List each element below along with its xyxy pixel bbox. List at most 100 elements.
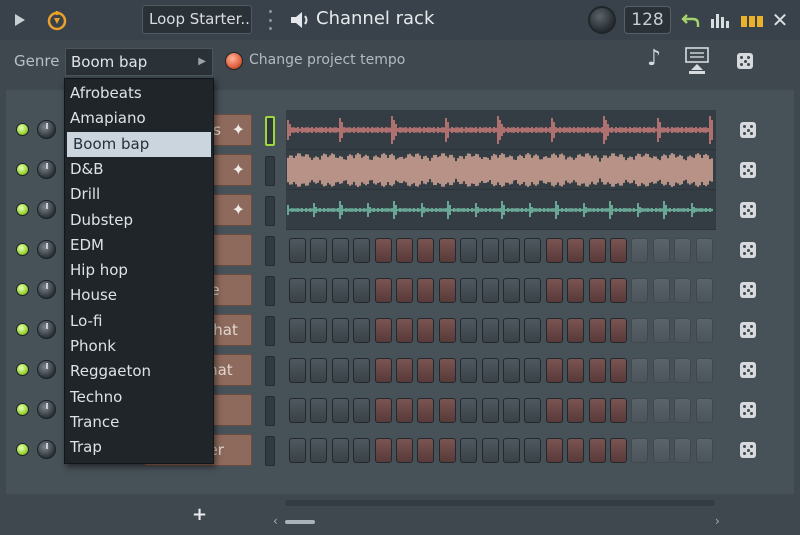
step-button[interactable] — [353, 398, 371, 423]
genre-option[interactable]: House — [65, 283, 213, 308]
step-button[interactable] — [631, 358, 649, 383]
step-button[interactable] — [610, 358, 627, 383]
step-button[interactable] — [481, 318, 499, 343]
audio-waveform[interactable] — [286, 110, 716, 150]
genre-option[interactable]: Afrobeats — [65, 81, 213, 106]
genre-option[interactable]: EDM — [65, 233, 213, 258]
step-button[interactable] — [652, 318, 670, 343]
step-button[interactable] — [567, 278, 585, 303]
step-button[interactable] — [481, 398, 499, 423]
channel-select-bar[interactable] — [265, 196, 275, 226]
step-button[interactable] — [310, 398, 328, 423]
step-button[interactable] — [374, 318, 392, 343]
tempo-toggle-led[interactable] — [225, 52, 243, 70]
step-button[interactable] — [331, 238, 349, 263]
dice-icon[interactable] — [737, 53, 753, 69]
step-button[interactable] — [588, 398, 606, 423]
step-button[interactable] — [310, 318, 328, 343]
step-button[interactable] — [353, 318, 371, 343]
step-button[interactable] — [524, 238, 542, 263]
genre-option[interactable]: Drill — [65, 182, 213, 207]
genre-option[interactable]: Trance — [65, 410, 213, 435]
channel-mute-led[interactable] — [16, 203, 29, 216]
step-button[interactable] — [545, 278, 563, 303]
step-button[interactable] — [331, 278, 349, 303]
step-button[interactable] — [588, 318, 606, 343]
step-button[interactable] — [674, 358, 692, 383]
step-button[interactable] — [631, 438, 649, 463]
dice-icon[interactable] — [740, 122, 756, 138]
channel-mute-led[interactable] — [16, 323, 29, 336]
channel-pan-knob[interactable] — [37, 200, 56, 219]
channel-pan-knob[interactable] — [37, 160, 56, 179]
channel-select-bar[interactable] — [265, 116, 275, 146]
step-button[interactable] — [610, 398, 627, 423]
dice-icon[interactable] — [740, 362, 756, 378]
step-button[interactable] — [310, 438, 328, 463]
step-button[interactable] — [567, 398, 585, 423]
scroll-right-icon[interactable]: › — [715, 514, 720, 528]
scrollbar-thumb[interactable] — [285, 520, 315, 524]
step-button[interactable] — [588, 238, 606, 263]
genre-option[interactable]: Lo-fi — [65, 309, 213, 334]
step-button[interactable] — [652, 358, 670, 383]
step-button[interactable] — [353, 438, 371, 463]
step-button[interactable] — [567, 318, 585, 343]
step-button[interactable] — [374, 438, 392, 463]
music-note-icon[interactable]: ♪ — [647, 46, 667, 71]
genre-option[interactable]: Reggaeton — [65, 359, 213, 384]
step-button[interactable] — [631, 318, 649, 343]
channel-mute-led[interactable] — [16, 163, 29, 176]
step-button[interactable] — [545, 398, 563, 423]
step-button[interactable] — [610, 238, 627, 263]
step-button[interactable] — [417, 398, 435, 423]
step-button[interactable] — [610, 278, 627, 303]
step-button[interactable] — [331, 358, 349, 383]
step-button[interactable] — [331, 438, 349, 463]
step-button[interactable] — [438, 438, 456, 463]
channel-select-bar[interactable] — [265, 156, 275, 186]
graph-editor-icon[interactable] — [710, 10, 732, 30]
step-button[interactable] — [674, 278, 692, 303]
genre-option[interactable]: D&B — [65, 157, 213, 182]
step-button[interactable] — [331, 398, 349, 423]
step-button[interactable] — [588, 438, 606, 463]
step-button[interactable] — [695, 278, 713, 303]
step-button[interactable] — [545, 438, 563, 463]
dice-icon[interactable] — [740, 442, 756, 458]
step-button[interactable] — [503, 318, 520, 343]
step-button[interactable] — [460, 238, 478, 263]
add-channel-button[interactable]: + — [192, 504, 207, 525]
step-button[interactable] — [545, 358, 563, 383]
channel-select-bar[interactable] — [265, 316, 275, 346]
step-button[interactable] — [481, 438, 499, 463]
genre-option[interactable]: Dubstep — [65, 208, 213, 233]
step-button[interactable] — [396, 318, 413, 343]
step-button[interactable] — [396, 238, 413, 263]
step-button[interactable] — [524, 318, 542, 343]
step-button[interactable] — [695, 438, 713, 463]
step-button[interactable] — [374, 238, 392, 263]
step-button[interactable] — [460, 398, 478, 423]
pattern-selector[interactable]: Loop Starter.. — [142, 5, 252, 34]
step-button[interactable] — [588, 358, 606, 383]
step-button[interactable] — [289, 358, 306, 383]
channel-pan-knob[interactable] — [37, 320, 56, 339]
step-button[interactable] — [396, 438, 413, 463]
step-button[interactable] — [503, 438, 520, 463]
dice-icon[interactable] — [740, 402, 756, 418]
step-button[interactable] — [652, 398, 670, 423]
step-button[interactable] — [289, 318, 306, 343]
channel-pan-knob[interactable] — [37, 120, 56, 139]
step-button[interactable] — [567, 358, 585, 383]
dice-icon[interactable] — [740, 282, 756, 298]
channel-pan-knob[interactable] — [37, 440, 56, 459]
dice-icon[interactable] — [740, 162, 756, 178]
step-button[interactable] — [631, 278, 649, 303]
channel-select-bar[interactable] — [265, 276, 275, 306]
steps-display[interactable]: 128 — [624, 6, 671, 34]
step-button[interactable] — [438, 358, 456, 383]
step-button[interactable] — [545, 238, 563, 263]
genre-option[interactable]: Hip hop — [65, 258, 213, 283]
step-button[interactable] — [460, 278, 478, 303]
